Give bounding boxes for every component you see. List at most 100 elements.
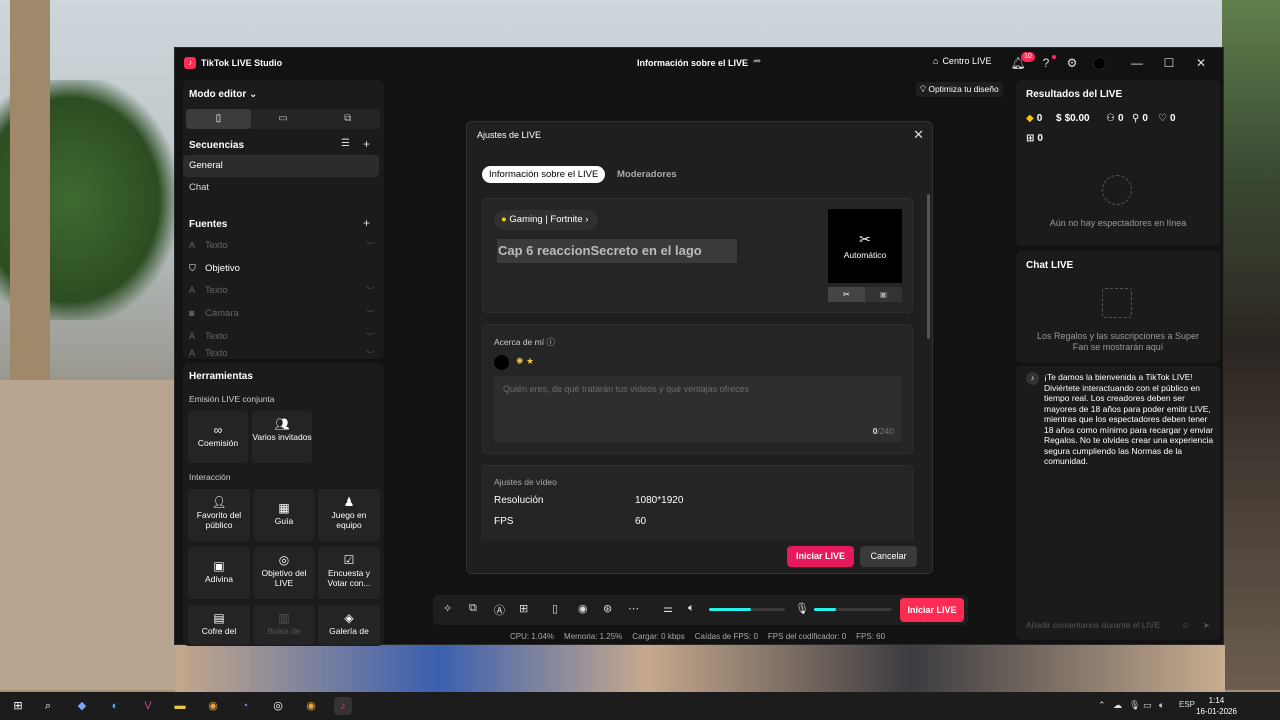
auto-cover-icon[interactable]: ✂ <box>828 287 865 302</box>
live-info-title[interactable]: Información sobre el LIVE <box>637 58 748 68</box>
language-indicator[interactable]: ESP <box>1179 700 1195 709</box>
treasure-tool[interactable]: ▤ Cofre del <box>188 605 250 645</box>
info-icon[interactable]: ⓘ <box>546 337 555 347</box>
joint-live-title: Emisión LIVE conjunta <box>189 394 275 404</box>
taskbar-clock[interactable]: 1:14 16-01-2026 <box>1196 695 1237 717</box>
fps-value[interactable]: 60 <box>635 516 646 527</box>
visibility-icon[interactable]: ︶ <box>366 330 375 343</box>
source-item[interactable]: A Texto ︶ <box>189 236 375 254</box>
magic-icon[interactable]: ✧ <box>443 602 452 615</box>
likes-stat: ♡ 0 <box>1158 113 1176 124</box>
tiktok-avatar-icon: ♪ <box>1026 372 1039 385</box>
text-icon: A <box>189 331 196 341</box>
source-item[interactable]: A Texto ︶ <box>189 281 375 299</box>
vegas-icon[interactable]: V <box>139 697 157 715</box>
microphone-icon[interactable]: 🎙︎ <box>795 602 809 615</box>
visibility-icon[interactable]: ︶ <box>366 307 375 320</box>
add-source-icon[interactable]: + <box>363 216 370 230</box>
list-icon[interactable]: ☰ <box>341 138 350 149</box>
guide-tool[interactable]: ▦ Guía <box>253 489 315 541</box>
multi-guest-tool[interactable]: 👥︎ Varios invitados <box>252 411 312 463</box>
guess-tool[interactable]: ▣ Adivina <box>188 547 250 599</box>
tray-mic-icon[interactable]: 🎙︎ <box>1129 700 1140 711</box>
source-item[interactable]: A Texto ︶ <box>189 327 375 345</box>
sequence-item[interactable]: Chat <box>183 177 379 199</box>
speaker-volume-slider[interactable] <box>709 608 785 611</box>
sequence-item[interactable]: General <box>183 155 379 177</box>
optimize-design-button[interactable]: 💡︎ Optimiza tu diseño <box>916 82 1003 97</box>
maximize-icon[interactable]: ☐ <box>1161 55 1177 71</box>
followers-stat: ⚲ 0 <box>1132 113 1148 124</box>
file-explorer-icon[interactable]: ▬ <box>171 697 189 715</box>
share-icon[interactable]: ➦ <box>753 56 761 67</box>
diamond-icon: ◆ <box>1026 113 1034 124</box>
source-item[interactable]: ◙ Cámara ︶ <box>189 304 375 322</box>
source-item[interactable]: A Texto ︶ <box>189 348 375 358</box>
comment-input[interactable]: Añadir comentarios durante el LIVE ☺ ➤ <box>1020 614 1214 636</box>
add-sequence-icon[interactable]: + <box>363 137 370 151</box>
live-goal-tool[interactable]: ◎ Objetivo del LIVE <box>253 547 315 599</box>
visibility-icon[interactable]: ︶ <box>366 284 375 297</box>
cover-thumbnail[interactable]: ✂ Automático <box>828 209 902 283</box>
screen-icon[interactable]: ⊞ <box>519 602 528 615</box>
obs-icon[interactable]: ◎ <box>269 697 287 715</box>
category-selector[interactable]: ● Gaming | Fortnite › <box>494 210 599 230</box>
live-settings-modal: Ajustes de LIVE ✕ Información sobre el L… <box>466 121 933 574</box>
avatar[interactable] <box>1093 57 1106 70</box>
modal-cancel-button[interactable]: Cancelar <box>860 546 917 567</box>
tray-chevron-icon[interactable]: ⌃ <box>1098 700 1106 711</box>
modal-scrollbar[interactable] <box>927 194 930 339</box>
visibility-icon[interactable]: ︶ <box>366 239 375 252</box>
text-icon: A <box>189 240 196 250</box>
record-icon[interactable]: ◉ <box>578 602 588 615</box>
tab-moderators[interactable]: Moderadores <box>610 166 684 183</box>
source-item[interactable]: ⛉ Objetivo <box>189 259 375 277</box>
tab-live-info[interactable]: Información sobre el LIVE <box>482 166 606 183</box>
live-title-input[interactable]: Cap 6 reaccionSecreto en el lago <box>497 239 737 263</box>
tray-volume-icon[interactable]: 🔈︎ <box>1159 700 1164 711</box>
poll-tool[interactable]: ☑ Encuesta y Votar con... <box>318 547 380 599</box>
emoji-icon[interactable]: ☺ <box>1181 614 1190 636</box>
chrome-icon[interactable]: ◉ <box>204 697 222 715</box>
resolution-value[interactable]: 1080*1920 <box>635 495 683 506</box>
mic-volume-slider[interactable] <box>814 608 892 611</box>
landscape-icon[interactable]: ▭ <box>251 109 316 129</box>
settings-icon[interactable]: ⚙ <box>1064 55 1080 71</box>
close-icon[interactable]: ✕ <box>1193 55 1209 71</box>
windows-start-icon[interactable]: ⊞ <box>9 697 27 715</box>
gallery-tool[interactable]: ◈ Galería de <box>318 605 380 645</box>
audience-favorite-tool[interactable]: 👤︎ Favorito del público <box>188 489 250 541</box>
multi-layout-icon[interactable]: ⧉ <box>315 109 380 129</box>
results-title: Resultados del LIVE <box>1026 89 1123 100</box>
search-icon[interactable]: ⌕ <box>39 697 57 715</box>
tray-display-icon[interactable]: ▭ <box>1143 700 1152 711</box>
mode-editor-dropdown[interactable]: Modo editor ⌄ <box>189 89 257 100</box>
minimize-icon[interactable]: — <box>1129 55 1145 71</box>
ai-icon[interactable]: Ⓐ <box>494 602 505 618</box>
team-game-tool[interactable]: ♟ Juego en equipo <box>318 489 380 541</box>
mixer-icon[interactable]: ⚌ <box>663 602 673 615</box>
effects-icon[interactable]: ⧉ <box>469 602 477 615</box>
clip-icon[interactable]: ⊛ <box>603 602 612 615</box>
start-live-button[interactable]: Iniciar LIVE <box>900 598 964 622</box>
speaker-icon[interactable]: 🔈︎ <box>688 602 695 615</box>
modal-close-icon[interactable]: ✕ <box>913 127 924 143</box>
bio-textarea[interactable]: Quién eres, de qué tratarán tus vídeos y… <box>494 376 902 442</box>
send-icon[interactable]: ➤ <box>1203 614 1210 636</box>
discord-icon[interactable]: ◔ <box>236 697 254 715</box>
edge-icon[interactable]: ◐ <box>106 697 124 715</box>
source-label: Texto <box>205 330 228 342</box>
tiktok-studio-taskbar-icon[interactable]: ♪ <box>334 697 352 715</box>
shield-icon: ⛉ <box>189 262 196 273</box>
visibility-icon[interactable]: ︶ <box>366 348 375 358</box>
tray-cloud-icon[interactable]: ☁ <box>1113 700 1122 711</box>
copilot-icon[interactable]: ◆ <box>73 697 91 715</box>
centro-live-button[interactable]: ⌂ Centro LIVE <box>933 56 991 66</box>
modal-start-live-button[interactable]: Iniciar LIVE <box>787 546 854 567</box>
phone-icon[interactable]: ▯ <box>552 602 558 615</box>
chrome-profile-icon[interactable]: ◉ <box>302 697 320 715</box>
coemision-tool[interactable]: ∞ Coemisión <box>188 411 248 463</box>
upload-cover-icon[interactable]: ▣ <box>865 287 902 302</box>
portrait-icon[interactable]: ▯ <box>186 109 251 129</box>
more-icon[interactable]: ⋯ <box>628 602 639 615</box>
